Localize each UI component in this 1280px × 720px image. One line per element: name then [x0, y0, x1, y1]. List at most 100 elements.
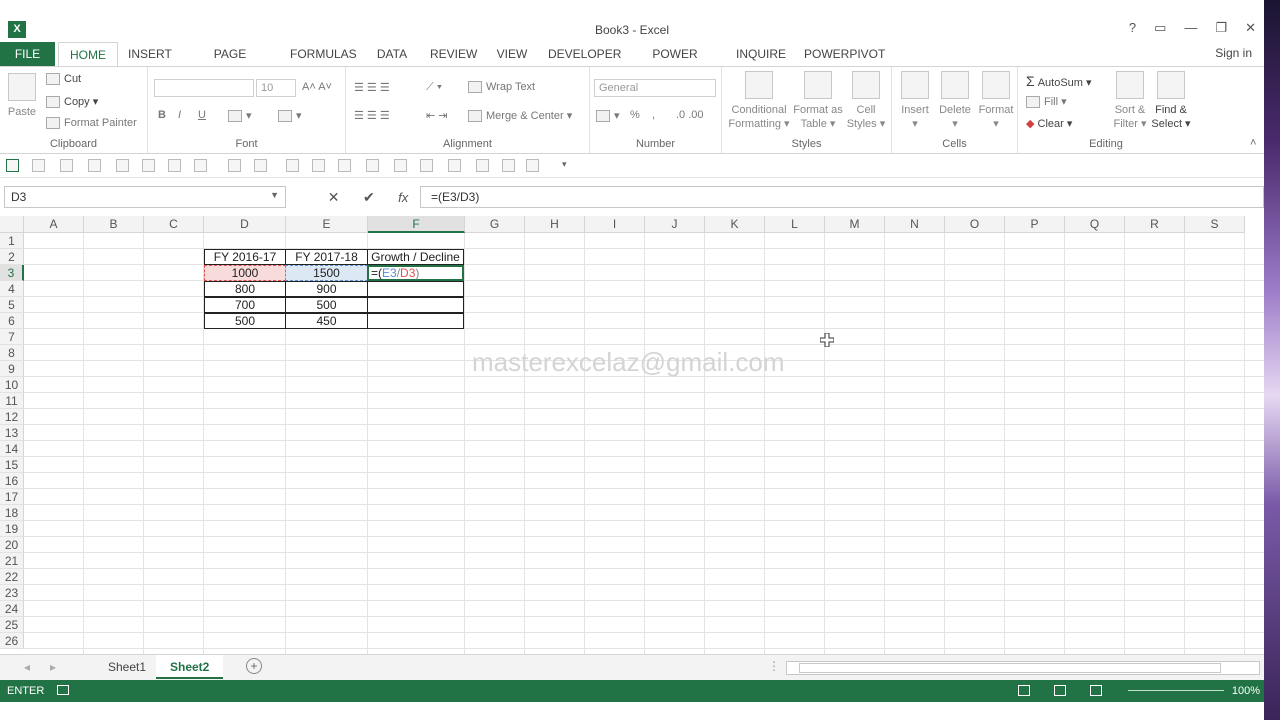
row-header-8[interactable]: 8 [0, 345, 24, 361]
grow-font-button[interactable]: A˄ A˅ [302, 81, 332, 93]
fill-color-button[interactable]: ▾ [278, 109, 302, 123]
restore-ribbon-icon[interactable]: ▭ [1154, 20, 1166, 36]
format-as-table-button[interactable]: Format as Table ▾ [792, 71, 844, 131]
name-box[interactable]: D3 ▼ [4, 186, 286, 208]
cell-styles-button[interactable]: Cell Styles ▾ [844, 71, 888, 131]
row-header-17[interactable]: 17 [0, 489, 24, 505]
row-header-6[interactable]: 6 [0, 313, 24, 329]
row-header-25[interactable]: 25 [0, 617, 24, 633]
table-insert-icon[interactable] [366, 159, 379, 172]
print-icon[interactable] [116, 159, 129, 172]
zoom-slider[interactable] [1128, 690, 1224, 691]
cell-d4[interactable]: 800 [204, 281, 286, 297]
zoom-level[interactable]: 100% [1232, 685, 1260, 697]
row-header-23[interactable]: 23 [0, 585, 24, 601]
italic-button[interactable]: I [178, 109, 181, 121]
underline-button[interactable]: U [198, 109, 206, 121]
borders-button[interactable]: ▾ [228, 109, 252, 123]
copy-button[interactable]: Copy ▾ [46, 95, 98, 109]
lock-icon[interactable] [32, 159, 45, 172]
horizontal-scroll-thumb[interactable] [799, 663, 1221, 673]
save-icon[interactable] [6, 159, 19, 172]
cell-d5[interactable]: 700 [204, 297, 286, 313]
decimal-button[interactable]: .0 .00 [676, 109, 704, 121]
formula-input[interactable]: =(E3/D3) [420, 186, 1264, 208]
column-header-l[interactable]: L [765, 216, 825, 233]
cell-e6[interactable]: 450 [285, 313, 368, 329]
align-left-button[interactable]: ☰ ☰ ☰ [354, 109, 390, 122]
column-header-r[interactable]: R [1125, 216, 1185, 233]
tab-power-query[interactable]: POWER QUERY [634, 42, 716, 85]
tab-home[interactable]: HOME [58, 42, 118, 66]
horizontal-scrollbar[interactable] [786, 661, 1260, 675]
column-header-h[interactable]: H [525, 216, 585, 233]
font-size-select[interactable]: 10 [256, 79, 296, 97]
header-fy-2017-18[interactable]: FY 2017-18 [285, 249, 368, 265]
row-header-2[interactable]: 2 [0, 249, 24, 265]
format-cells-button[interactable]: Format ▾ [976, 71, 1016, 131]
merge-center-button[interactable]: Merge & Center ▾ [468, 109, 572, 123]
cell-e5[interactable]: 500 [285, 297, 368, 313]
row-header-22[interactable]: 22 [0, 569, 24, 585]
select-all-corner[interactable] [0, 216, 24, 233]
ungroup-icon[interactable] [502, 159, 515, 172]
form-icon[interactable] [194, 159, 207, 172]
row-header-9[interactable]: 9 [0, 361, 24, 377]
tab-formulas[interactable]: FORMULAS [290, 42, 357, 66]
help-icon[interactable]: ? [1129, 20, 1136, 36]
tab-developer[interactable]: DEVELOPER [548, 42, 621, 66]
camera-icon[interactable] [142, 159, 155, 172]
column-header-d[interactable]: D [204, 216, 286, 233]
add-sheet-icon[interactable]: + [246, 658, 262, 674]
align-top-button[interactable]: ☰ ☰ ☰ [354, 81, 390, 94]
fill-button[interactable]: Fill ▾ [1026, 95, 1067, 109]
filter-icon[interactable] [338, 159, 351, 172]
percent-button[interactable]: % [630, 109, 640, 121]
conditional-formatting-button[interactable]: Conditional Formatting ▾ [726, 71, 792, 131]
tab-file[interactable]: FILE [0, 42, 55, 66]
column-header-e[interactable]: E [286, 216, 368, 233]
column-header-m[interactable]: M [825, 216, 885, 233]
tab-view[interactable]: VIEW [496, 42, 528, 66]
row-header-4[interactable]: 4 [0, 281, 24, 297]
column-header-n[interactable]: N [885, 216, 945, 233]
tab-review[interactable]: REVIEW [430, 42, 477, 66]
indent-button[interactable]: ⇤ ⇥ [426, 109, 448, 122]
customize-qat-icon[interactable]: ▾ [562, 159, 575, 172]
format-painter-button[interactable]: Format Painter [46, 117, 137, 130]
comma-button[interactable]: , [652, 109, 655, 121]
column-header-c[interactable]: C [144, 216, 204, 233]
macro-icon[interactable] [286, 159, 299, 172]
sheet-tab-sheet2[interactable]: Sheet2 [156, 655, 224, 679]
normal-view-icon[interactable] [1018, 685, 1030, 696]
new-icon[interactable] [60, 159, 73, 172]
row-icon[interactable] [420, 159, 433, 172]
column-header-k[interactable]: K [705, 216, 765, 233]
column-header-j[interactable]: J [645, 216, 705, 233]
cell-f3-editing[interactable]: =(E3/D3) [367, 265, 464, 281]
row-header-19[interactable]: 19 [0, 521, 24, 537]
find-select-button[interactable]: Find & Select ▾ [1150, 71, 1192, 131]
row-header-15[interactable]: 15 [0, 457, 24, 473]
row-header-10[interactable]: 10 [0, 377, 24, 393]
tab-inquire[interactable]: INQUIRE [736, 42, 786, 66]
column-header-s[interactable]: S [1185, 216, 1245, 233]
cut-button[interactable]: Cut [46, 73, 81, 86]
tab-data[interactable]: DATA [374, 42, 410, 66]
row-header-26[interactable]: 26 [0, 633, 24, 649]
column-icon[interactable] [394, 159, 407, 172]
number-format-select[interactable]: General [594, 79, 716, 97]
maximize-icon[interactable]: ❐ [1215, 20, 1227, 36]
cell-e3[interactable]: 1500 [285, 265, 368, 281]
cell-f5[interactable] [367, 297, 464, 313]
tab-insert[interactable]: INSERT [128, 42, 172, 66]
chart-icon[interactable] [168, 159, 181, 172]
split-handle-icon[interactable]: ⋮ [768, 659, 780, 673]
paste-button[interactable]: Paste [4, 73, 40, 119]
minimize-icon[interactable]: — [1184, 20, 1197, 36]
shapes-icon[interactable] [254, 159, 267, 172]
macro-record-icon[interactable] [57, 685, 69, 695]
row-header-16[interactable]: 16 [0, 473, 24, 489]
row-header-14[interactable]: 14 [0, 441, 24, 457]
delete-cells-button[interactable]: Delete ▾ [936, 71, 974, 131]
